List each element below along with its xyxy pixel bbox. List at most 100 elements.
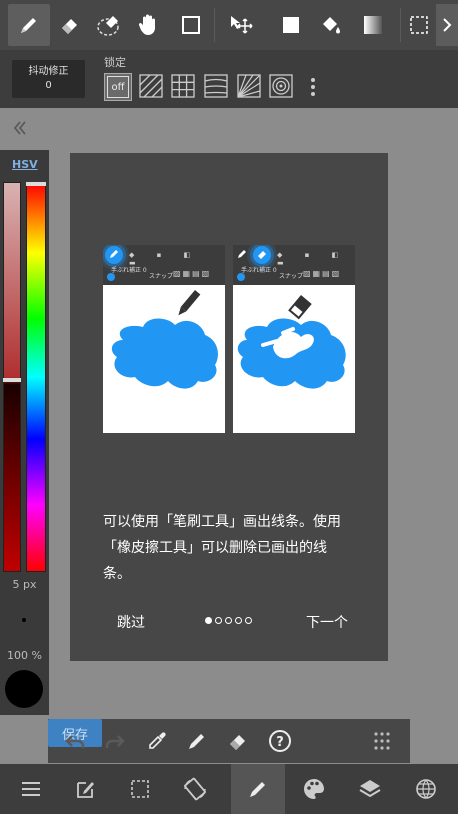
quick-eraser-button[interactable]	[226, 730, 248, 756]
color-mode-label[interactable]: HSV	[12, 158, 38, 171]
demo-snap-label: スナップ	[149, 273, 174, 280]
brush-panel-button[interactable]	[231, 764, 285, 814]
brush-icon	[110, 250, 118, 258]
help-button[interactable]: ?	[268, 729, 292, 757]
lasso-eraser-tool-button[interactable]	[88, 4, 130, 46]
bucket-icon	[323, 17, 340, 34]
next-button[interactable]: 下一个	[306, 612, 348, 632]
opacity-label[interactable]: 100 %	[0, 649, 49, 662]
page-indicator-dot	[245, 617, 252, 624]
snap-concentric-button[interactable]	[268, 73, 296, 101]
color-palette-button[interactable]	[287, 764, 341, 814]
hue-handle[interactable]	[26, 182, 46, 186]
eraser-icon	[62, 19, 77, 34]
rotate-canvas-button[interactable]	[168, 764, 222, 814]
page-indicator-dot	[215, 617, 222, 624]
eraser-icon	[258, 251, 266, 259]
top-toolbar	[0, 0, 458, 50]
skip-button[interactable]: 跳过	[117, 612, 145, 632]
brush-stroke-drawing	[111, 290, 218, 389]
snap-label: 锁定	[104, 56, 126, 69]
selection-button[interactable]	[113, 764, 167, 814]
collapse-panel-button[interactable]	[10, 118, 30, 138]
eraser-tool-button[interactable]	[48, 4, 90, 46]
hand-icon	[138, 14, 155, 35]
tutorial-text-line: 可以使用「笔刷工具」画出线条。使用	[103, 514, 341, 530]
demo-stabilizer-label: 手ぶれ補正 0	[241, 267, 277, 274]
current-color-swatch[interactable]	[5, 670, 43, 708]
rect-tool-button[interactable]	[170, 4, 212, 46]
undo-icon	[65, 735, 85, 748]
rotate-icon	[184, 777, 206, 801]
undo-button[interactable]	[64, 730, 86, 756]
eraser-icon	[230, 735, 245, 750]
fill-rect-tool-button[interactable]	[270, 4, 312, 46]
select-tool-button[interactable]	[402, 4, 436, 46]
move-tool-button[interactable]	[220, 4, 262, 46]
stabilizer-control[interactable]: 抖动修正 0	[12, 60, 85, 98]
demo-tool-icons: ◆ ▪ ◧ ▬	[277, 251, 349, 267]
layers-button[interactable]	[343, 764, 397, 814]
snap-radial-button[interactable]	[236, 73, 264, 101]
brush-icon	[21, 18, 36, 33]
erased-stroke-drawing	[237, 295, 346, 389]
quick-menu-button[interactable]	[371, 730, 393, 756]
demo-snap-label: スナップ	[279, 273, 304, 280]
tutorial-text-line: 条。	[103, 566, 131, 582]
stabilizer-label: 抖动修正	[28, 66, 69, 77]
stabilizer-value: 0	[45, 80, 52, 91]
tutorial-text-line: 「橡皮擦工具」可以删除已画出的线	[103, 540, 327, 556]
globe-icon	[416, 779, 436, 799]
palette-icon	[304, 779, 324, 799]
page-indicator-dot	[235, 617, 242, 624]
fill-rect-icon	[283, 17, 299, 33]
color-panel: HSV 5 px 100 %	[0, 150, 49, 715]
tutorial-dialog: ◆ ▪ ◧ ▬ 手ぶれ補正 0 スナップ ▨▦▤▧ ◆ ▪ ◧ ▬ 手ぶれ補正 …	[70, 153, 388, 661]
edit-button[interactable]	[58, 764, 112, 814]
hand-tool-button[interactable]	[128, 4, 170, 46]
gradient-tool-button[interactable]	[352, 4, 394, 46]
select-rect-icon	[131, 780, 149, 798]
help-icon: ?	[269, 730, 291, 752]
snap-off-button[interactable]: off	[104, 73, 132, 101]
bottom-nav	[0, 764, 458, 814]
tutorial-description: 可以使用「笔刷工具」画出线条。使用 「橡皮擦工具」可以删除已画出的线 条。	[103, 509, 363, 587]
toolbar-divider	[214, 8, 215, 42]
chevron-right-icon	[443, 18, 452, 32]
saturation-handle[interactable]	[3, 378, 21, 382]
brush-demo-image: ◆ ▪ ◧ ▬ 手ぶれ補正 0 スナップ ▨▦▤▧	[103, 245, 225, 433]
snap-more-button[interactable]	[302, 73, 324, 101]
gradient-icon	[364, 16, 382, 34]
select-rect-icon	[410, 16, 428, 34]
page-indicator-dot	[225, 617, 232, 624]
page-indicator-dot-active	[205, 617, 212, 624]
svg-text:?: ?	[276, 735, 284, 750]
brush-size-preview	[22, 618, 26, 622]
demo-toolbar: ◆ ▪ ◧ ▬ 手ぶれ補正 0 スナップ ▨▦▤▧	[233, 245, 355, 285]
demo-stabilizer-label: 手ぶれ補正 0	[111, 267, 147, 274]
demo-snap-icons: ▨▦▤▧	[303, 269, 342, 278]
more-vertical-icon	[311, 78, 315, 96]
eyedropper-button[interactable]	[146, 730, 168, 756]
quick-brush-button[interactable]	[186, 730, 208, 756]
snap-perspective-button[interactable]	[203, 73, 231, 101]
brush-size-label[interactable]: 5 px	[0, 578, 49, 591]
snap-grid-button[interactable]	[170, 73, 198, 101]
grid-icon	[171, 74, 195, 98]
brush-tool-button[interactable]	[8, 4, 50, 46]
hue-slider[interactable]	[26, 182, 46, 572]
material-button[interactable]	[399, 764, 453, 814]
snap-parallel-button[interactable]	[138, 73, 166, 101]
bucket-tool-button[interactable]	[310, 4, 352, 46]
double-chevron-left-icon	[13, 121, 26, 135]
radial-lines-icon	[237, 74, 261, 98]
demo-toolbar: ◆ ▪ ◧ ▬ 手ぶれ補正 0 スナップ ▨▦▤▧	[103, 245, 225, 285]
demo-panel-dot	[107, 273, 115, 281]
menu-button[interactable]	[4, 764, 58, 814]
redo-button[interactable]	[104, 730, 126, 756]
lasso-eraser-icon	[97, 16, 119, 36]
saturation-slider[interactable]	[3, 182, 21, 572]
toolbar-expand-button[interactable]	[436, 4, 458, 46]
toolbar-divider	[400, 8, 401, 42]
quick-tools-bar: ? 保存	[48, 719, 410, 763]
